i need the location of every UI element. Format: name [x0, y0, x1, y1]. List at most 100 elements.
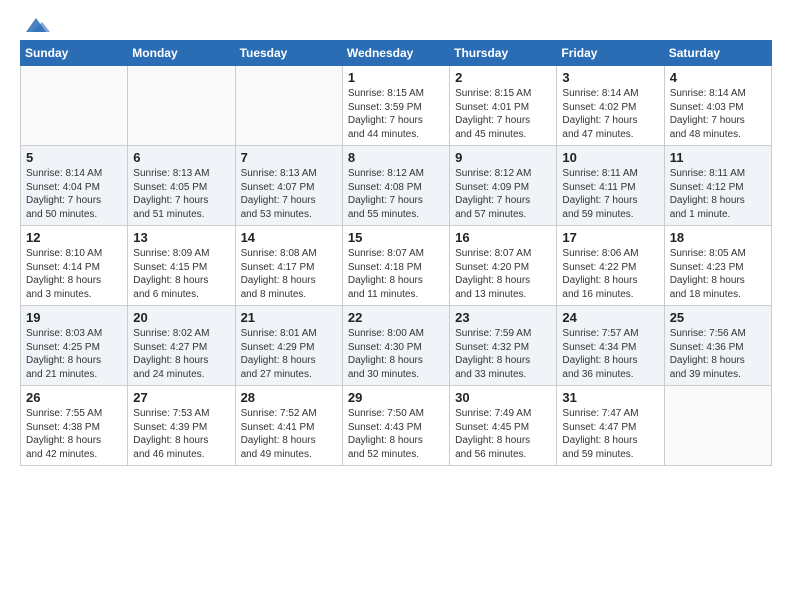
calendar-cell: 3 Sunrise: 8:14 AM Sunset: 4:02 PM Daylig…	[557, 66, 664, 146]
calendar-cell	[21, 66, 128, 146]
calendar-cell: 8 Sunrise: 8:12 AM Sunset: 4:08 PM Daylig…	[342, 146, 449, 226]
cell-info-text: Sunrise: 7:59 AM Sunset: 4:32 PM Dayligh…	[455, 327, 551, 381]
cell-day-number: 25	[670, 310, 766, 325]
cell-info-text: Sunrise: 8:11 AM Sunset: 4:11 PM Dayligh…	[562, 167, 658, 221]
cell-day-number: 18	[670, 230, 766, 245]
calendar-week-row: 19 Sunrise: 8:03 AM Sunset: 4:25 PM Dayli…	[21, 306, 772, 386]
calendar-cell: 24 Sunrise: 7:57 AM Sunset: 4:34 PM Dayli…	[557, 306, 664, 386]
calendar-cell: 27 Sunrise: 7:53 AM Sunset: 4:39 PM Dayli…	[128, 386, 235, 466]
cell-info-text: Sunrise: 7:55 AM Sunset: 4:38 PM Dayligh…	[26, 407, 122, 461]
weekday-header-thursday: Thursday	[450, 41, 557, 66]
calendar-cell: 13Sunrise: 8:09 AM Sunset: 4:15 PM Dayli…	[128, 226, 235, 306]
cell-day-number: 27	[133, 390, 229, 405]
cell-day-number: 3	[562, 70, 658, 85]
calendar-cell: 22 Sunrise: 8:00 AM Sunset: 4:30 PM Dayli…	[342, 306, 449, 386]
cell-day-number: 6	[133, 150, 229, 165]
cell-info-text: Sunrise: 8:12 AM Sunset: 4:08 PM Dayligh…	[348, 167, 444, 221]
calendar-cell: 2 Sunrise: 8:15 AM Sunset: 4:01 PM Daylig…	[450, 66, 557, 146]
calendar-cell: 10 Sunrise: 8:11 AM Sunset: 4:11 PM Dayli…	[557, 146, 664, 226]
cell-info-text: Sunrise: 8:00 AM Sunset: 4:30 PM Dayligh…	[348, 327, 444, 381]
weekday-header-sunday: Sunday	[21, 41, 128, 66]
cell-day-number: 22	[348, 310, 444, 325]
cell-info-text: Sunrise: 7:52 AM Sunset: 4:41 PM Dayligh…	[241, 407, 337, 461]
cell-info-text: Sunrise: 8:15 AM Sunset: 4:01 PM Dayligh…	[455, 87, 551, 141]
calendar-week-row: 1 Sunrise: 8:15 AM Sunset: 3:59 PM Daylig…	[21, 66, 772, 146]
cell-info-text: Sunrise: 8:11 AM Sunset: 4:12 PM Dayligh…	[670, 167, 766, 221]
cell-day-number: 2	[455, 70, 551, 85]
cell-info-text: Sunrise: 7:53 AM Sunset: 4:39 PM Dayligh…	[133, 407, 229, 461]
calendar-cell: 31 Sunrise: 7:47 AM Sunset: 4:47 PM Dayli…	[557, 386, 664, 466]
cell-day-number: 15	[348, 230, 444, 245]
cell-info-text: Sunrise: 8:14 AM Sunset: 4:04 PM Dayligh…	[26, 167, 122, 221]
cell-day-number: 31	[562, 390, 658, 405]
calendar-week-row: 26Sunrise: 7:55 AM Sunset: 4:38 PM Dayli…	[21, 386, 772, 466]
calendar-cell: 21 Sunrise: 8:01 AM Sunset: 4:29 PM Dayli…	[235, 306, 342, 386]
cell-day-number: 14	[241, 230, 337, 245]
calendar-week-row: 5Sunrise: 8:14 AM Sunset: 4:04 PM Daylig…	[21, 146, 772, 226]
cell-day-number: 24	[562, 310, 658, 325]
calendar-cell: 7Sunrise: 8:13 AM Sunset: 4:07 PM Daylig…	[235, 146, 342, 226]
logo	[20, 16, 50, 32]
cell-info-text: Sunrise: 8:07 AM Sunset: 4:18 PM Dayligh…	[348, 247, 444, 301]
cell-day-number: 23	[455, 310, 551, 325]
cell-day-number: 9	[455, 150, 551, 165]
calendar-cell: 16Sunrise: 8:07 AM Sunset: 4:20 PM Dayli…	[450, 226, 557, 306]
cell-info-text: Sunrise: 8:13 AM Sunset: 4:05 PM Dayligh…	[133, 167, 229, 221]
cell-info-text: Sunrise: 8:02 AM Sunset: 4:27 PM Dayligh…	[133, 327, 229, 381]
cell-info-text: Sunrise: 8:09 AM Sunset: 4:15 PM Dayligh…	[133, 247, 229, 301]
cell-day-number: 21	[241, 310, 337, 325]
weekday-header-wednesday: Wednesday	[342, 41, 449, 66]
calendar-cell: 20 Sunrise: 8:02 AM Sunset: 4:27 PM Dayli…	[128, 306, 235, 386]
cell-info-text: Sunrise: 7:49 AM Sunset: 4:45 PM Dayligh…	[455, 407, 551, 461]
calendar-cell: 12 Sunrise: 8:10 AM Sunset: 4:14 PM Dayli…	[21, 226, 128, 306]
weekday-header-monday: Monday	[128, 41, 235, 66]
cell-day-number: 7	[241, 150, 337, 165]
cell-info-text: Sunrise: 7:47 AM Sunset: 4:47 PM Dayligh…	[562, 407, 658, 461]
calendar-cell: 18 Sunrise: 8:05 AM Sunset: 4:23 PM Dayli…	[664, 226, 771, 306]
cell-info-text: Sunrise: 8:14 AM Sunset: 4:03 PM Dayligh…	[670, 87, 766, 141]
calendar-cell	[128, 66, 235, 146]
cell-info-text: Sunrise: 8:15 AM Sunset: 3:59 PM Dayligh…	[348, 87, 444, 141]
cell-info-text: Sunrise: 8:07 AM Sunset: 4:20 PM Dayligh…	[455, 247, 551, 301]
cell-info-text: Sunrise: 8:14 AM Sunset: 4:02 PM Dayligh…	[562, 87, 658, 141]
cell-day-number: 20	[133, 310, 229, 325]
cell-day-number: 4	[670, 70, 766, 85]
cell-day-number: 1	[348, 70, 444, 85]
weekday-header-friday: Friday	[557, 41, 664, 66]
calendar-cell: 17Sunrise: 8:06 AM Sunset: 4:22 PM Dayli…	[557, 226, 664, 306]
calendar-cell: 11 Sunrise: 8:11 AM Sunset: 4:12 PM Dayli…	[664, 146, 771, 226]
cell-info-text: Sunrise: 7:50 AM Sunset: 4:43 PM Dayligh…	[348, 407, 444, 461]
cell-day-number: 29	[348, 390, 444, 405]
weekday-header-saturday: Saturday	[664, 41, 771, 66]
cell-day-number: 28	[241, 390, 337, 405]
calendar-cell: 4 Sunrise: 8:14 AM Sunset: 4:03 PM Daylig…	[664, 66, 771, 146]
cell-day-number: 12	[26, 230, 122, 245]
calendar-cell: 26Sunrise: 7:55 AM Sunset: 4:38 PM Dayli…	[21, 386, 128, 466]
cell-info-text: Sunrise: 8:03 AM Sunset: 4:25 PM Dayligh…	[26, 327, 122, 381]
calendar-table: SundayMondayTuesdayWednesdayThursdayFrid…	[20, 40, 772, 466]
cell-day-number: 11	[670, 150, 766, 165]
cell-day-number: 19	[26, 310, 122, 325]
calendar-cell: 28 Sunrise: 7:52 AM Sunset: 4:41 PM Dayli…	[235, 386, 342, 466]
calendar-cell	[235, 66, 342, 146]
weekday-header-row: SundayMondayTuesdayWednesdayThursdayFrid…	[21, 41, 772, 66]
cell-info-text: Sunrise: 8:06 AM Sunset: 4:22 PM Dayligh…	[562, 247, 658, 301]
cell-info-text: Sunrise: 7:56 AM Sunset: 4:36 PM Dayligh…	[670, 327, 766, 381]
cell-info-text: Sunrise: 7:57 AM Sunset: 4:34 PM Dayligh…	[562, 327, 658, 381]
calendar-cell: 19 Sunrise: 8:03 AM Sunset: 4:25 PM Dayli…	[21, 306, 128, 386]
calendar-cell: 5Sunrise: 8:14 AM Sunset: 4:04 PM Daylig…	[21, 146, 128, 226]
calendar-cell: 9Sunrise: 8:12 AM Sunset: 4:09 PM Daylig…	[450, 146, 557, 226]
cell-info-text: Sunrise: 8:10 AM Sunset: 4:14 PM Dayligh…	[26, 247, 122, 301]
header	[20, 16, 772, 32]
calendar-cell	[664, 386, 771, 466]
cell-day-number: 8	[348, 150, 444, 165]
calendar-cell: 23 Sunrise: 7:59 AM Sunset: 4:32 PM Dayli…	[450, 306, 557, 386]
cell-info-text: Sunrise: 8:05 AM Sunset: 4:23 PM Dayligh…	[670, 247, 766, 301]
calendar-cell: 15 Sunrise: 8:07 AM Sunset: 4:18 PM Dayli…	[342, 226, 449, 306]
weekday-header-tuesday: Tuesday	[235, 41, 342, 66]
cell-day-number: 30	[455, 390, 551, 405]
calendar-week-row: 12 Sunrise: 8:10 AM Sunset: 4:14 PM Dayli…	[21, 226, 772, 306]
logo-icon	[22, 14, 50, 36]
cell-day-number: 10	[562, 150, 658, 165]
cell-info-text: Sunrise: 8:01 AM Sunset: 4:29 PM Dayligh…	[241, 327, 337, 381]
